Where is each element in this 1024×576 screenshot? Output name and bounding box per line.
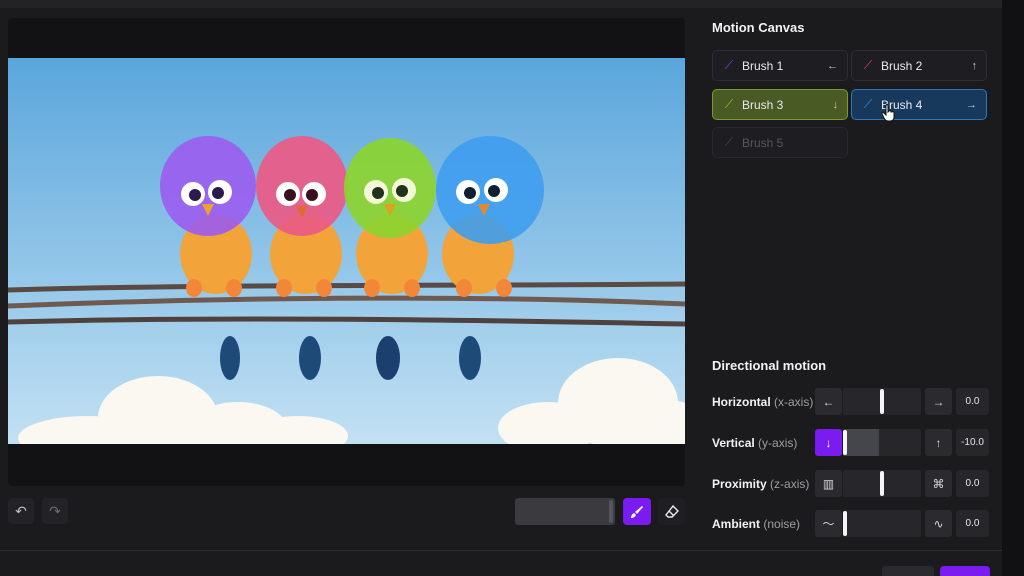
motion-slider[interactable] [843,388,921,415]
motion-axis-text: (z-axis) [770,477,810,491]
motion-slider-thumb[interactable] [880,471,884,496]
brush-icon: ⟋ [724,97,734,111]
motion-increase-button[interactable]: ⌘ [925,470,952,497]
motion-slider[interactable] [843,470,921,497]
motion-label: Horizontal (x-axis) [712,395,813,409]
footer-divider [0,550,1002,551]
motion-axis-text: (x-axis) [774,395,814,409]
brush-3-button[interactable]: ⟋ Brush 3 ↓ [712,89,848,120]
motion-canvas-viewport[interactable] [8,18,685,486]
motion-axis-text: (y-axis) [758,436,798,450]
motion-value-field[interactable]: 0.0 [956,510,989,537]
brush-label: Brush 5 [742,135,784,150]
motion-label: Proximity (z-axis) [712,477,809,491]
motion-label: Ambient (noise) [712,517,800,531]
motion-label-text: Vertical [712,436,755,450]
brush-icon: ⟋ [724,58,734,72]
motion-slider[interactable] [843,510,921,537]
motion-row-vertical: Vertical (y-axis) ↓ ↑ -10.0 [712,429,992,457]
motion-decrease-button[interactable]: ↓ [815,429,842,456]
eraser-tool-button[interactable] [658,498,685,525]
footer-primary-button[interactable] [940,566,990,576]
motion-slider-fill [843,429,879,456]
brush-tool-icon [631,505,643,518]
motion-decrease-button[interactable]: ← [815,388,842,415]
window-edge [1002,0,1024,576]
motion-slider-thumb[interactable] [843,430,847,455]
brush-1-button[interactable]: ⟋ Brush 1 ← [712,50,848,81]
motion-label: Vertical (y-axis) [712,436,797,450]
brush-label: Brush 3 [742,97,784,112]
brush-tool-button[interactable] [623,498,651,525]
motion-row-ambient: Ambient (noise) 〜 ∿ 0.0 [712,510,992,538]
motion-canvas-title: Motion Canvas [712,20,805,35]
brush-icon: ⟋ [863,58,873,72]
motion-value-field[interactable]: -10.0 [956,429,989,456]
birds-on-wire-image [8,58,685,444]
motion-row-proximity: Proximity (z-axis) ▥ ⌘ 0.0 [712,470,992,498]
motion-decrease-button[interactable]: 〜 [815,510,842,537]
brush-label: Brush 2 [881,58,923,73]
footer-secondary-button[interactable] [882,566,934,576]
hand-cursor-icon [882,104,895,122]
undo-button[interactable]: ↶ [8,498,34,524]
brush-icon: ⟋ [724,135,734,149]
eraser-icon [664,504,679,518]
motion-slider-thumb[interactable] [880,389,884,414]
motion-value-field[interactable]: 0.0 [956,470,989,497]
canvas-image[interactable] [8,58,685,444]
motion-slider[interactable] [843,429,921,456]
direction-arrow-icon: ↑ [971,59,978,72]
motion-label-text: Proximity [712,477,767,491]
motion-label-text: Ambient [712,517,760,531]
brush-icon: ⟋ [863,97,873,111]
brush-2-button[interactable]: ⟋ Brush 2 ↑ [851,50,987,81]
motion-row-horizontal: Horizontal (x-axis) ← → 0.0 [712,388,992,416]
redo-icon: ↷ [49,502,61,519]
brush-size-slider[interactable] [515,498,615,525]
brush-size-handle[interactable] [609,500,613,523]
directional-motion-title: Directional motion [712,358,827,373]
motion-increase-button[interactable]: ∿ [925,510,952,537]
brush-label: Brush 1 [742,58,784,73]
motion-increase-button[interactable]: ↑ [925,429,952,456]
motion-label-text: Horizontal [712,395,771,409]
motion-axis-text: (noise) [763,517,801,531]
top-bar [0,0,1002,8]
redo-button[interactable]: ↷ [42,498,68,524]
brush-4-button[interactable]: ⟋ Brush 4 → [851,89,987,120]
motion-value-field[interactable]: 0.0 [956,388,989,415]
motion-decrease-button[interactable]: ▥ [815,470,842,497]
direction-arrow-icon: ← [827,59,838,72]
brush-5-button: ⟋ Brush 5 [712,127,848,158]
direction-arrow-icon: ↓ [832,98,839,111]
undo-icon: ↶ [15,502,27,519]
motion-increase-button[interactable]: → [925,388,952,415]
direction-arrow-icon: → [966,98,977,111]
motion-slider-thumb[interactable] [843,511,847,536]
